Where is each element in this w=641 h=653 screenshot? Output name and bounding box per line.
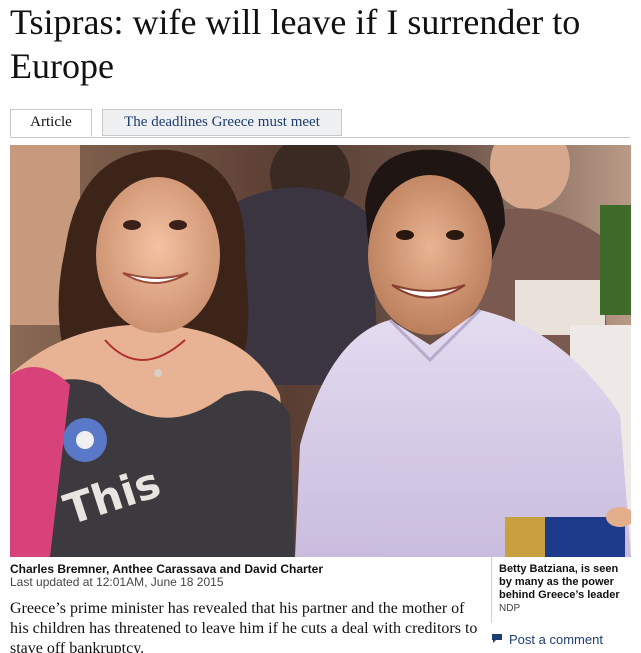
photo-caption-text: Betty Batziana, is seen by many as the p… (499, 563, 620, 601)
lead-photo: This (10, 145, 631, 557)
article-byline[interactable]: Charles Bremner, Anthee Carassava and Da… (10, 562, 323, 576)
article-page: Tsipras: wife will leave if I surrender … (0, 0, 641, 653)
photo-credit: NDP (499, 603, 521, 614)
post-comment-label[interactable]: Post a comment (509, 632, 603, 647)
post-comment-link[interactable]: Post a comment (491, 632, 603, 648)
tab-deadlines[interactable]: The deadlines Greece must meet (102, 109, 342, 136)
lead-photo-image: This (10, 145, 631, 557)
article-lead-paragraph: Greece’s prime minister has revealed tha… (10, 600, 478, 653)
tab-article[interactable]: Article (10, 109, 92, 137)
article-timestamp: Last updated at 12:01AM, June 18 2015 (10, 575, 224, 589)
speech-bubble-icon (491, 632, 503, 648)
article-tabs: Article The deadlines Greece must meet (10, 109, 630, 138)
article-headline: Tsipras: wife will leave if I surrender … (10, 2, 581, 86)
photo-caption: Betty Batziana, is seen by many as the p… (491, 557, 631, 623)
